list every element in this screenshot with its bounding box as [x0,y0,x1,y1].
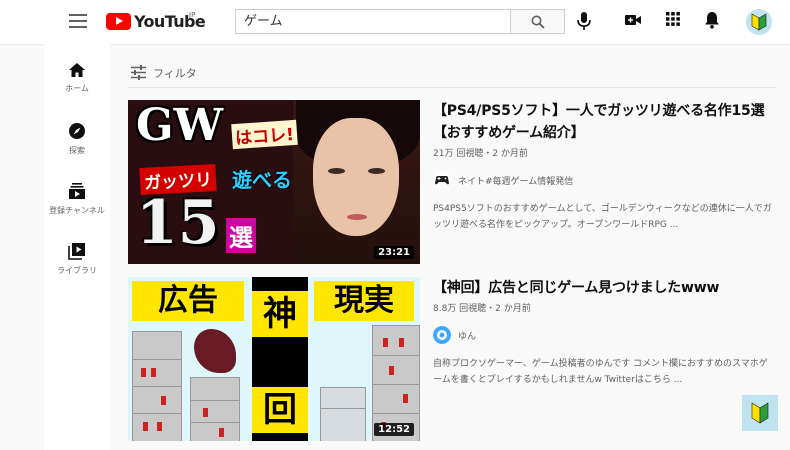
video-thumbnail[interactable]: 広告 現実 神 回 12:52 [128,277,420,441]
video-title[interactable]: 【神回】広告と同じゲーム見つけましたwww [433,277,776,299]
sidebar-item-home[interactable]: ホーム [44,62,110,112]
sidebar-item-label: ライブラリ [57,266,97,275]
youtube-play-icon [106,13,131,30]
search-icon [531,15,545,29]
video-thumbnail[interactable]: GW はコレ! ガッツリ 遊べる 15 選 23:21 [128,100,420,264]
sidebar-item-subscriptions[interactable]: 登録チャンネル [44,182,110,232]
thumbnail-text-sen: 選 [226,218,256,253]
channel-link[interactable]: ネイト#毎週ゲーム情報発信 [433,169,776,191]
logo-region: JP [189,11,196,19]
video-meta: 8.8万 回視聴・2 か月前 [433,304,531,314]
menu-icon[interactable] [69,14,87,28]
channel-link[interactable]: ゆん [433,324,776,346]
video-info: 【神回】広告と同じゲーム見つけましたwww 8.8万 回視聴・2 か月前 ゆん … [433,277,776,388]
create-video-icon[interactable] [624,11,646,33]
video-result: 広告 現実 神 回 12:52 【神回】広告と同じゲーム見つけましたwww 8.… [128,277,776,443]
channel-name: ゆん [458,332,477,342]
sidebar-item-label: 探索 [69,146,85,155]
channel-name: ネイト#毎週ゲーム情報発信 [458,177,574,187]
subscriptions-icon [69,183,85,199]
video-duration: 12:52 [374,423,414,436]
masthead: YouTube JP ゲーム [0,0,790,45]
sidebar-item-label: ホーム [65,84,89,93]
beginner-badge[interactable] [742,395,778,431]
thumbnail-text-kami: 神 [252,291,308,337]
channel-avatar-icon [433,326,451,344]
video-description: PS4PS5ソフトのおすすめゲームとして、ゴールデンウィークなどの連休に一人でガ… [433,204,772,230]
thumbnail-text-hakore: はコレ! [231,119,298,150]
thumbnail-text-asoberu: 遊べる [232,168,292,192]
bell-icon[interactable] [704,11,726,33]
filter-sliders-icon [131,65,146,80]
video-meta: 21万 回視聴・2 か月前 [433,149,528,159]
thumbnail-text-right: 現実 [314,281,414,321]
thumbnail-text-number: 15 [136,188,220,258]
avatar[interactable] [746,9,772,35]
search-button[interactable] [511,9,565,34]
filter-label: フィルタ [153,67,197,80]
library-icon [68,243,85,260]
search-input[interactable]: ゲーム [235,9,511,34]
home-icon [69,63,85,77]
thumbnail-text-left: 広告 [132,281,244,321]
filter-bar: フィルタ [128,63,776,88]
thumbnail-text-gw: GW [136,100,223,151]
sidebar-item-label: 登録チャンネル [49,206,105,215]
video-duration: 23:21 [374,246,414,259]
video-result: GW はコレ! ガッツリ 遊べる 15 選 23:21 【PS4/PS5ソフト】… [128,100,776,266]
sidebar-item-library[interactable]: ライブラリ [44,242,110,292]
video-description: 自称プロクソゲーマー、ゲーム投稿者のゆんです コメント欄におすすめのスマホゲーム… [433,359,768,385]
video-info: 【PS4/PS5ソフト】一人でガッツリ遊べる名作15選【おすすめゲーム紹介】 2… [433,100,776,233]
beginner-mark-icon [751,402,769,424]
channel-avatar-gamepad-icon [433,171,451,189]
apps-grid-icon[interactable] [665,11,687,33]
mic-icon[interactable] [576,11,598,33]
beginner-mark-icon [751,13,767,31]
sidebar-item-explore[interactable]: 探索 [44,122,110,172]
video-title[interactable]: 【PS4/PS5ソフト】一人でガッツリ遊べる名作15選【おすすめゲーム紹介】 [433,100,776,144]
sidebar: ホーム 探索 登録チャンネル ライブラリ [44,44,110,450]
thumbnail-text-kai: 回 [252,387,308,433]
compass-icon [69,123,85,139]
